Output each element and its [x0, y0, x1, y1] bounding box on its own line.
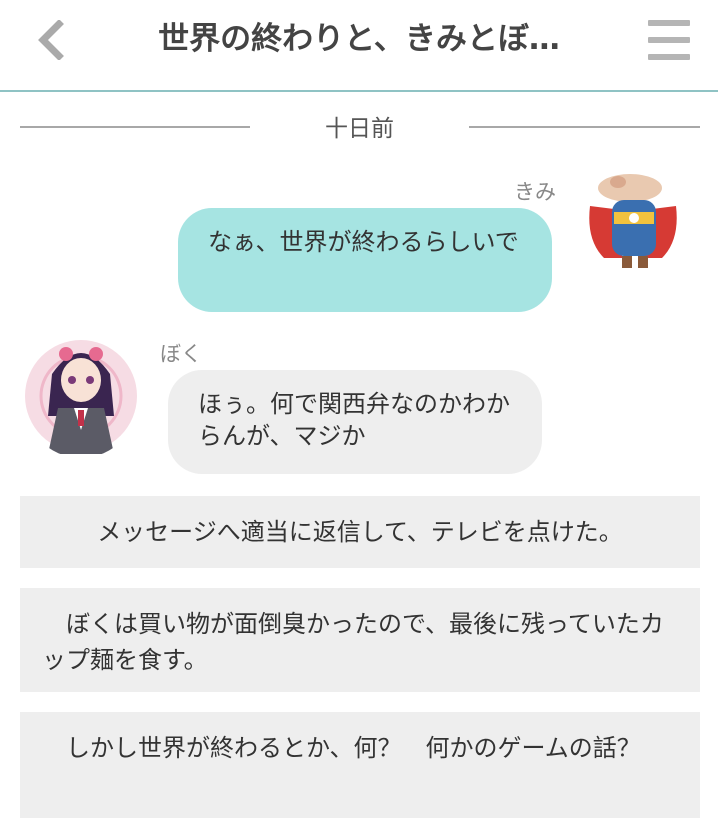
avatar-kimi[interactable]: [582, 170, 684, 278]
avatar-boku-image: [22, 334, 140, 458]
narration-block: メッセージへ適当に返信して、テレビを点けた。: [20, 496, 700, 568]
message-bubble-kimi[interactable]: なぁ、世界が終わるらしいで: [178, 208, 552, 312]
sender-name-boku: ぼく: [160, 342, 202, 366]
narration-block: ぼくは買い物が面倒臭かったので、最後に残っていたカップ麺を食す。: [20, 588, 700, 692]
date-separator: 十日前: [20, 106, 700, 146]
hamburger-menu-icon: [648, 20, 690, 26]
divider-line: [469, 126, 700, 128]
back-button[interactable]: [30, 18, 70, 62]
avatar-boku[interactable]: [22, 334, 140, 458]
sender-name-kimi: きみ: [514, 180, 556, 204]
date-label: 十日前: [325, 116, 394, 142]
message-bubble-boku[interactable]: ほぅ。何で関西弁なのかわからんが、マジか: [168, 370, 542, 474]
divider-line: [20, 126, 250, 128]
app-header: 世界の終わりと、きみとぼ…: [0, 0, 718, 92]
page-title: 世界の終わりと、きみとぼ…: [158, 21, 560, 57]
menu-button[interactable]: [648, 20, 690, 60]
avatar-kimi-image: [582, 170, 684, 278]
narration-block: しかし世界が終わるとか、何？ 何かのゲームの話？: [20, 712, 700, 818]
back-chevron-icon: [38, 20, 64, 60]
